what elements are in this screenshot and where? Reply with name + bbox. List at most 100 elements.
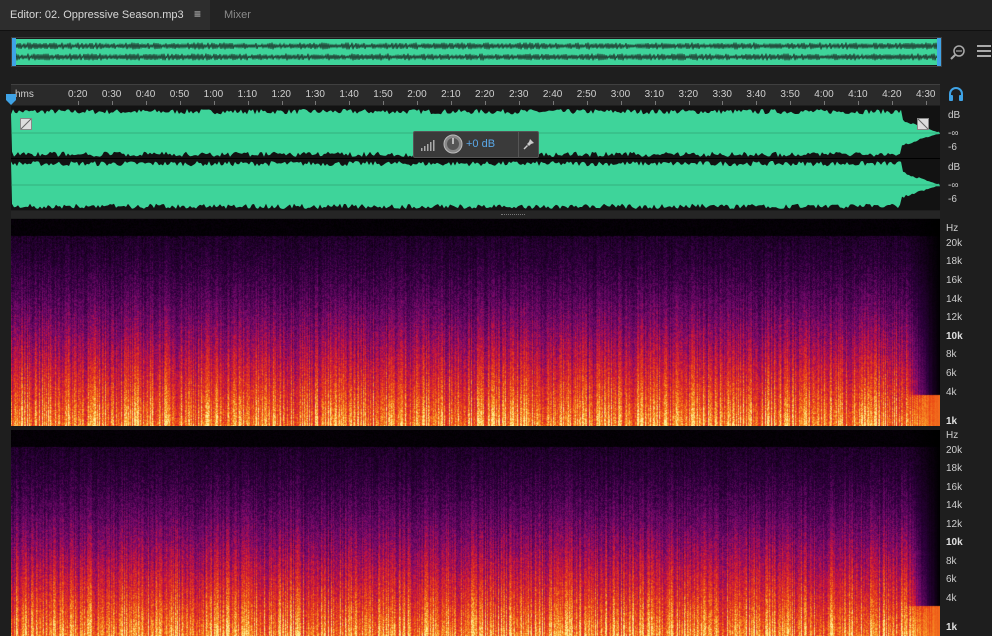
hz-tick-label: 10k	[946, 537, 963, 549]
ruler-tick-mark	[247, 101, 249, 105]
ruler-tick-label: 3:00	[610, 89, 631, 100]
tab-mixer[interactable]: Mixer	[214, 0, 261, 30]
ruler-tick-label: 2:40	[542, 89, 563, 100]
ruler-tick-mark	[349, 101, 351, 105]
ruler-tick-mark	[213, 101, 215, 105]
ruler-tick-mark	[417, 101, 419, 105]
ruler-tick-label: 1:10	[237, 89, 258, 100]
overview-waveform	[12, 38, 941, 66]
tab-menu-icon[interactable]: ≡	[194, 8, 206, 20]
splitter-grip	[501, 214, 525, 216]
tab-editor-label: Editor: 02. Oppressive Season.mp3	[10, 9, 184, 21]
hz-tick-label: 18k	[946, 256, 963, 268]
ruler-tick-mark	[688, 101, 690, 105]
playhead-icon[interactable]	[6, 94, 16, 106]
pin-icon[interactable]	[523, 138, 535, 150]
ruler-tick-mark	[315, 101, 317, 105]
ch1-db-label: -6	[948, 142, 957, 153]
ruler-tick-label: 0:40	[135, 89, 156, 100]
hz-tick-label: 1k	[946, 415, 958, 427]
headphones-icon[interactable]	[948, 86, 964, 102]
overview-handle-left[interactable]	[12, 38, 16, 66]
ruler-unit: hms	[15, 89, 34, 100]
spectral-display-channel-2[interactable]	[11, 430, 940, 636]
ruler-tick-label: 3:40	[746, 89, 766, 100]
hz-unit: Hz	[946, 223, 959, 234]
ch2-db-label: -∞	[948, 180, 959, 191]
ch2-db-label: -6	[948, 194, 957, 205]
fade-in-handle[interactable]	[20, 118, 32, 130]
ruler-tick-label: 0:20	[68, 89, 88, 100]
time-ruler[interactable]: hms 0:20 0:30 0:40 0:50 1:00 1:10 1:20 1:30 1:40…	[11, 84, 940, 105]
hz-tick-label: 4k	[946, 592, 957, 604]
ruler-tick-mark	[552, 101, 554, 105]
ruler-tick-mark	[451, 101, 453, 105]
ruler-tick-label: 0:50	[169, 89, 190, 100]
ruler-tick-mark	[78, 101, 79, 105]
hz-tick-label: 6k	[946, 574, 957, 586]
ruler-tick-mark	[756, 101, 758, 105]
tab-editor[interactable]: Editor: 02. Oppressive Season.mp3	[0, 0, 210, 30]
volume-hud[interactable]: +0 dB	[413, 131, 539, 158]
ruler-tick-mark	[485, 101, 487, 105]
ruler-tick-mark	[179, 101, 181, 105]
waveform-display[interactable]	[11, 106, 940, 210]
ruler-tick-mark	[383, 101, 385, 105]
volume-value[interactable]: +0 dB	[466, 138, 495, 150]
ch1-db-unit: dB	[948, 110, 961, 121]
hz-tick-label: 20k	[946, 444, 963, 456]
ruler-tick-label: 3:10	[644, 89, 665, 100]
ruler-tick-label: 4:10	[848, 89, 868, 100]
ruler-tick-mark	[518, 101, 520, 105]
ruler-tick-mark	[145, 101, 147, 105]
ruler-tick-mark	[858, 101, 860, 105]
ruler-tick-label: 4:20	[882, 89, 902, 100]
ruler-tick-label: 1:50	[373, 89, 393, 100]
spectral-display-channel-1[interactable]	[11, 219, 940, 426]
ruler-tick-mark	[620, 101, 622, 105]
view-splitter[interactable]	[11, 211, 940, 218]
hz-tick-label: 12k	[946, 312, 963, 324]
ruler-tick-label: 1:40	[339, 89, 359, 100]
volume-knob-icon[interactable]	[443, 134, 463, 154]
ruler-tick-mark	[586, 101, 588, 105]
ruler-tick-mark	[111, 101, 113, 105]
hz-tick-label: 18k	[946, 463, 963, 475]
hz-tick-label: 12k	[946, 518, 963, 530]
fade-out-handle[interactable]	[917, 118, 929, 130]
ruler-tick-mark	[654, 101, 656, 105]
ruler-tick-label: 2:50	[576, 89, 597, 100]
spectrogram-canvas	[11, 430, 940, 636]
hamburger-icon[interactable]	[976, 44, 992, 58]
ruler-tick-label: 2:00	[407, 89, 427, 100]
hz-tick-label: 14k	[946, 500, 963, 512]
ruler-tick-mark	[824, 101, 826, 105]
ruler-tick-label: 3:30	[712, 89, 732, 100]
hz-tick-label: 16k	[946, 274, 963, 286]
ruler-tick-label: 3:50	[780, 89, 800, 100]
ruler-tick-mark	[281, 101, 283, 105]
tab-mixer-label: Mixer	[224, 9, 251, 21]
overview-handle-right[interactable]	[937, 38, 941, 66]
ruler-tick-label: 2:10	[441, 89, 461, 100]
spectrogram-canvas	[11, 219, 940, 426]
hz-unit: Hz	[946, 430, 959, 441]
ruler-tick-label: 2:20	[475, 89, 495, 100]
zoom-icon[interactable]	[949, 43, 967, 61]
waveform-channels	[11, 109, 940, 209]
hz-tick-label: 20k	[946, 237, 963, 249]
ch1-db-label: -∞	[948, 128, 959, 139]
hz-tick-label: 16k	[946, 481, 963, 493]
hz-tick-label: 8k	[946, 555, 957, 567]
hz-tick-label: 4k	[946, 386, 957, 398]
hz-tick-label: 6k	[946, 368, 957, 380]
ruler-tick-mark	[926, 101, 927, 105]
overview-navigator[interactable]	[11, 37, 942, 67]
ruler-tick-label: 1:00	[203, 89, 224, 100]
hud-divider	[518, 132, 519, 157]
hz-tick-label: 1k	[946, 621, 958, 633]
ch2-db-unit: dB	[948, 162, 961, 173]
ruler-tick-label: 1:30	[305, 89, 325, 100]
hz-tick-label: 10k	[946, 330, 963, 342]
ruler-tick-label: 4:00	[814, 89, 834, 100]
